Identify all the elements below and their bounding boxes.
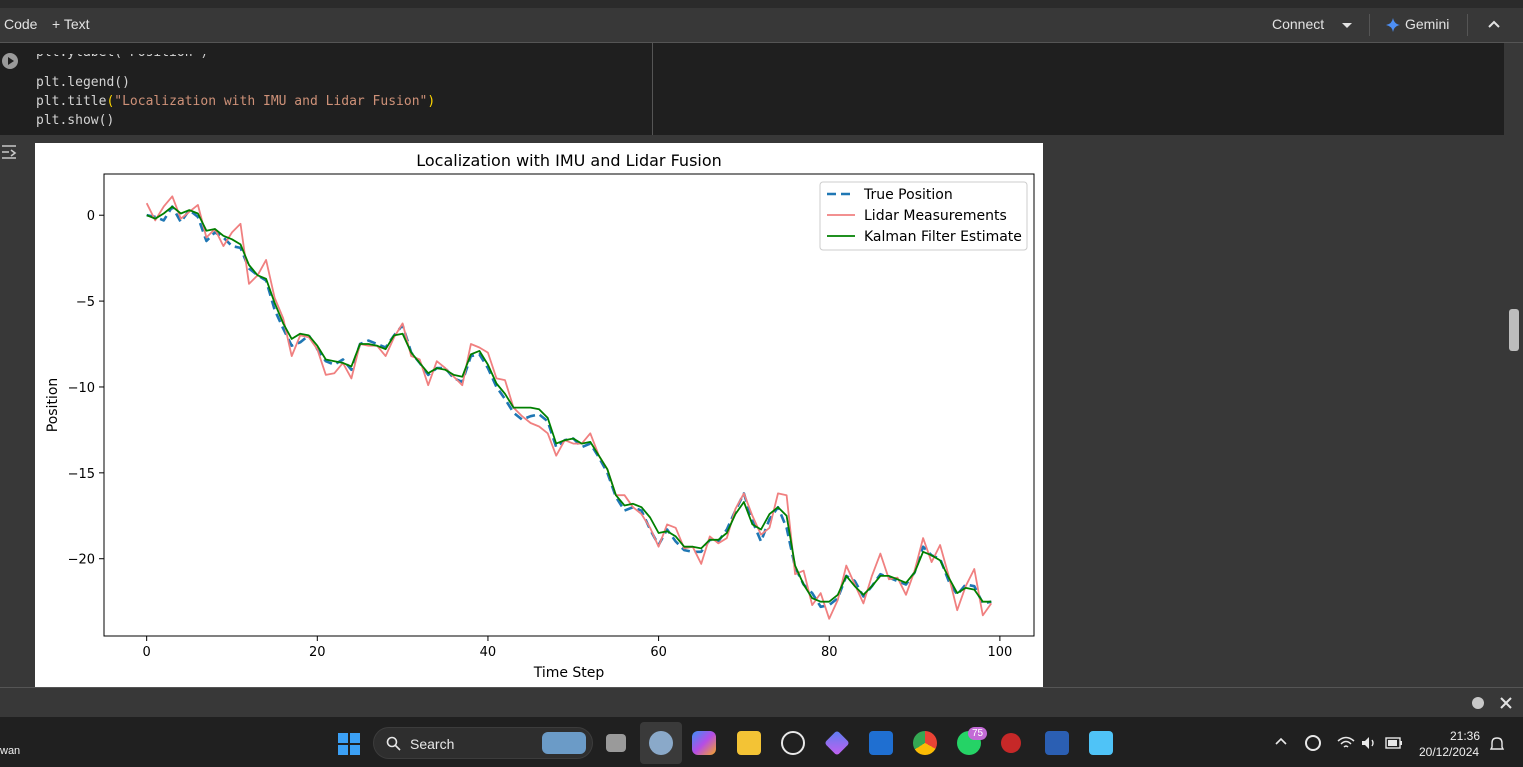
notepad-icon[interactable] (1089, 731, 1113, 755)
legend-label: Lidar Measurements (864, 208, 1007, 224)
username-fragment: wan (0, 745, 21, 757)
gemini-button[interactable]: Gemini (1405, 16, 1449, 32)
sparkle-icon (1386, 18, 1400, 32)
toolbar-divider (1369, 14, 1370, 36)
x-tick-label: 100 (987, 645, 1012, 660)
clock-time: 21:36 (1450, 729, 1481, 743)
chrome-profile-icon[interactable] (649, 731, 673, 755)
code-button[interactable]: Code (4, 16, 37, 32)
x-tick-label: 20 (309, 645, 326, 660)
status-bar (0, 687, 1523, 718)
y-tick-label: 0 (87, 209, 95, 224)
taskbar-search-box[interactable]: Search (373, 727, 593, 759)
y-tick-label: −15 (68, 467, 95, 482)
legend-label: True Position (863, 187, 953, 203)
whatsapp-badge: 75 (968, 727, 988, 740)
dell-icon[interactable] (781, 731, 805, 755)
x-axis-label: Time Step (533, 665, 605, 681)
copilot-icon[interactable] (692, 731, 716, 755)
outlook-icon[interactable] (869, 731, 893, 755)
y-tick-label: −20 (68, 553, 95, 568)
volume-icon[interactable] (1361, 736, 1377, 750)
legend-label: Kalman Filter Estimate (864, 229, 1022, 245)
chart-title: Localization with IMU and Lidar Fusion (416, 151, 722, 170)
series-line-kalman-filter-estimate (146, 205, 992, 603)
code-editor[interactable]: plt.ylabel("Position") plt.legend() plt.ti… (36, 54, 435, 130)
output-toggle-icon[interactable] (1, 143, 19, 161)
search-highlight-image (542, 732, 586, 754)
code-line: plt.ylabel("Position") (36, 45, 209, 60)
cell-divider (652, 43, 653, 135)
code-cell[interactable]: plt.ylabel("Position") plt.legend() plt.ti… (0, 43, 1504, 135)
toolbar-divider (1467, 14, 1468, 36)
x-tick-label: 0 (143, 645, 151, 660)
chevron-up-icon[interactable] (1488, 20, 1500, 28)
windows-taskbar: wan Search 75 21:36 20/12/2024 (0, 717, 1523, 767)
notebook-toolbar: Code + Text Connect Gemini (0, 8, 1523, 43)
scrollbar-thumb[interactable] (1509, 309, 1519, 351)
bug-app-icon[interactable] (1001, 733, 1021, 753)
notification-bell-icon[interactable] (1489, 736, 1505, 752)
y-tick-label: −10 (68, 381, 95, 396)
y-tick-label: −5 (76, 295, 95, 310)
chevron-down-icon[interactable] (1341, 22, 1353, 30)
chrome-icon[interactable] (913, 731, 937, 755)
series-line-true-position (146, 205, 992, 609)
word-icon[interactable] (1045, 731, 1069, 755)
code-fragment: plt.title("Localization with IMU and Lid… (36, 94, 436, 109)
connect-button[interactable]: Connect (1272, 16, 1324, 32)
sync-icon[interactable] (1305, 735, 1321, 751)
run-cell-button[interactable] (2, 53, 18, 69)
code-line: plt.title("Localization with IMU and Lid… (36, 92, 435, 111)
task-view-icon[interactable] (606, 734, 626, 752)
add-text-button[interactable]: + Text (52, 16, 90, 32)
battery-icon[interactable] (1385, 737, 1403, 749)
search-icon (386, 736, 401, 751)
chevron-up-icon[interactable] (1275, 737, 1287, 745)
chart-figure: Localization with IMU and Lidar Fusion 0 2… (35, 143, 1043, 687)
chart-svg: Localization with IMU and Lidar Fusion 0 2… (45, 151, 1035, 681)
x-tick-label: 40 (480, 645, 497, 660)
status-dot-icon (1472, 697, 1484, 709)
x-tick-label: 80 (821, 645, 838, 660)
y-axis-label: Position (45, 378, 61, 433)
windows-start-icon[interactable] (338, 733, 360, 755)
code-line: plt.show() (36, 113, 115, 128)
x-tick-label: 60 (650, 645, 667, 660)
app-diamond-icon[interactable] (824, 730, 850, 756)
code-string: "Localization with IMU and Lidar Fusion" (114, 94, 428, 109)
code-line: plt.legend() (36, 75, 130, 90)
file-explorer-icon[interactable] (737, 731, 761, 755)
series-line-lidar-measurements (145, 195, 993, 620)
close-icon[interactable] (1499, 696, 1513, 710)
clock-date: 20/12/2024 (1419, 745, 1480, 759)
wifi-icon[interactable] (1337, 736, 1355, 750)
search-label: Search (410, 736, 455, 752)
